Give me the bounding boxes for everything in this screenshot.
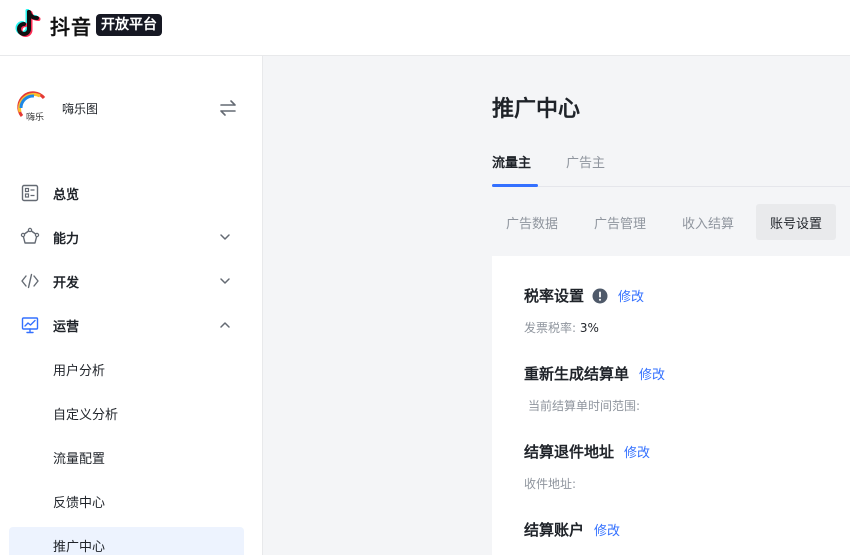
desc-label: 发票税率: [524, 321, 577, 335]
subtab-account-settings[interactable]: 账号设置 [756, 204, 836, 240]
capability-icon [20, 227, 40, 244]
sidebar-item-user-analysis[interactable]: 用户分析 [9, 351, 244, 387]
nav-item-operation[interactable]: 运营 [20, 313, 242, 337]
brand-badge: 开放平台 [96, 14, 162, 36]
page-title: 推广中心 [492, 97, 581, 122]
nav-item-capability[interactable]: 能力 [20, 225, 242, 249]
nav-item-overview[interactable]: 总览 [20, 181, 242, 205]
chevron-down-icon [220, 278, 230, 284]
chevron-down-icon [220, 234, 230, 240]
dashboard-icon [21, 184, 39, 202]
sidebar-item-traffic-config[interactable]: 流量配置 [9, 439, 244, 475]
nav-label-operation: 运营 [53, 319, 80, 335]
nav-item-develop[interactable]: 开发 [20, 269, 242, 293]
section-title: 重新生成结算单 [524, 365, 630, 383]
tabs-divider [492, 186, 850, 187]
chevron-up-icon [220, 322, 230, 328]
app-name: 嗨乐图 [62, 101, 99, 116]
douyin-logo[interactable]: 抖音 开放平台 [14, 9, 162, 41]
sidebar-item-custom-analysis[interactable]: 自定义分析 [9, 395, 244, 431]
top-bar: 抖音 开放平台 [0, 0, 850, 56]
nav-label-overview: 总览 [53, 187, 80, 203]
desc-label: 当前结算单时间范围: [528, 399, 641, 413]
operation-chart-icon [21, 317, 39, 334]
section-return-address: 结算退件地址 修改 [524, 441, 650, 462]
section-title: 结算账户 [524, 521, 585, 539]
section-title: 税率设置 [524, 287, 585, 305]
edit-link[interactable]: 修改 [624, 442, 650, 461]
tab-advertiser[interactable]: 广告主 [566, 152, 605, 171]
section-desc: 收件地址: [524, 475, 576, 492]
section-regenerate-statement: 重新生成结算单 修改 [524, 363, 665, 384]
brand-name: 抖音 [50, 14, 92, 39]
edit-link[interactable]: 修改 [618, 286, 644, 305]
active-tab-indicator [492, 184, 538, 187]
tab-traffic-owner[interactable]: 流量主 [492, 152, 531, 171]
subtab-income-settlement[interactable]: 收入结算 [668, 204, 748, 240]
sidebar: 嗨乐 嗨乐图 总览 能力 开发 运营 用户分析 自定义分析 流量配置 反馈中心 … [0, 56, 263, 555]
section-desc: 发票税率: 3% [524, 319, 599, 336]
section-settlement-account: 结算账户 修改 [524, 519, 620, 540]
switch-app-icon[interactable] [218, 98, 238, 118]
desc-value: 3% [579, 321, 599, 335]
settings-card: 税率设置 修改 发票税率: 3% 重新生成结算单 修改 当前结算单时间范围: 结… [492, 256, 850, 555]
info-icon[interactable] [592, 288, 608, 304]
svg-text:嗨乐: 嗨乐 [26, 111, 44, 123]
desc-label: 收件地址: [524, 477, 577, 491]
subtab-ad-data[interactable]: 广告数据 [492, 204, 572, 240]
nav-label-develop: 开发 [53, 275, 80, 291]
douyin-logo-icon [15, 9, 41, 37]
nav-label-capability: 能力 [53, 231, 80, 247]
edit-link[interactable]: 修改 [639, 364, 665, 383]
app-selector[interactable]: 嗨乐 嗨乐图 [16, 88, 246, 128]
code-icon [21, 273, 39, 289]
section-tax-rate: 税率设置 修改 [524, 285, 644, 306]
section-desc: 当前结算单时间范围: [528, 397, 640, 414]
sidebar-item-promotion-center[interactable]: 推广中心 [9, 527, 244, 555]
section-title: 结算退件地址 [524, 443, 615, 461]
sidebar-item-feedback-center[interactable]: 反馈中心 [9, 483, 244, 519]
app-avatar-icon: 嗨乐 [17, 91, 46, 123]
edit-link[interactable]: 修改 [594, 520, 620, 539]
subtab-ad-management[interactable]: 广告管理 [580, 204, 660, 240]
